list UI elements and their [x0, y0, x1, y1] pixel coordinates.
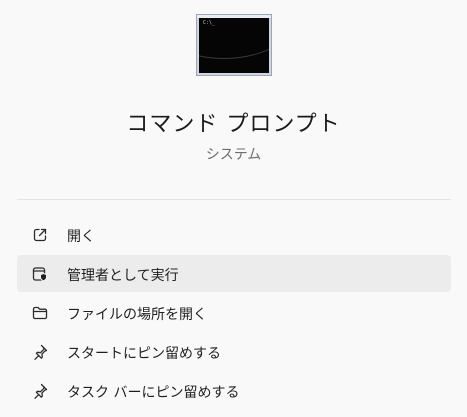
- folder-icon: [32, 306, 48, 320]
- command-prompt-icon: C:\_: [196, 14, 272, 76]
- icon-prompt-text: C:\_: [203, 20, 216, 26]
- menu-item-label: スタートにピン留めする: [67, 346, 221, 362]
- divider: [17, 199, 451, 200]
- action-menu: 開く 管理者として実行 ファイルの場所を開く スタートにピン留めする タスク バ…: [17, 216, 451, 411]
- menu-item-open-file-location[interactable]: ファイルの場所を開く: [17, 294, 451, 331]
- open-external-icon: [33, 228, 47, 242]
- app-title: コマンド プロンプト: [126, 112, 341, 137]
- menu-item-label: 開く: [67, 229, 95, 245]
- icon-console-screen: C:\_: [199, 18, 269, 73]
- pin-icon: [34, 344, 48, 360]
- app-details-panel: C:\_ コマンド プロンプト システム 開く 管理者として実行 ファイルの場所…: [0, 0, 467, 417]
- menu-item-label: タスク バーにピン留めする: [67, 385, 240, 401]
- menu-item-run-as-admin[interactable]: 管理者として実行: [17, 255, 451, 292]
- menu-item-open[interactable]: 開く: [17, 216, 451, 253]
- menu-item-label: ファイルの場所を開く: [67, 307, 207, 323]
- menu-item-label: 管理者として実行: [67, 268, 179, 284]
- run-as-admin-shield-icon: [32, 267, 47, 282]
- menu-item-pin-to-taskbar[interactable]: タスク バーにピン留めする: [17, 372, 451, 409]
- pin-icon: [34, 383, 48, 399]
- menu-item-pin-to-start[interactable]: スタートにピン留めする: [17, 333, 451, 370]
- app-category: システム: [205, 147, 262, 163]
